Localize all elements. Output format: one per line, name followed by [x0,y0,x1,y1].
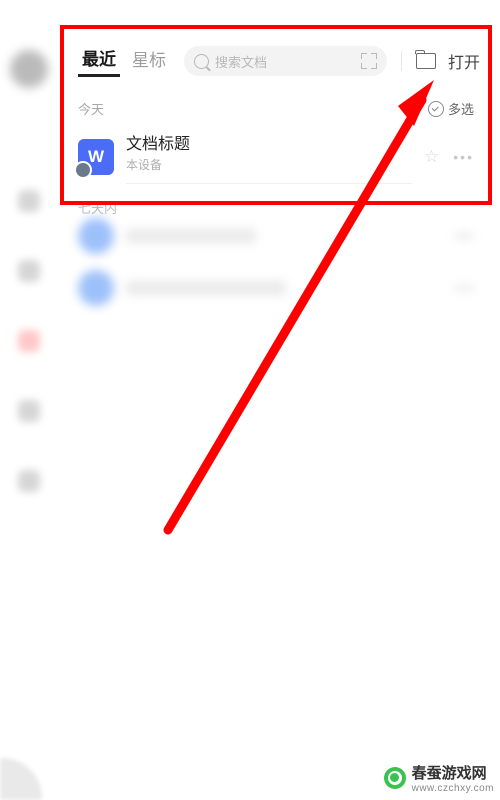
avatar-blur [10,50,48,88]
blurred-row [60,210,492,262]
folder-icon[interactable] [416,53,436,69]
tab-recent[interactable]: 最近 [78,46,120,77]
device-badge-icon [74,161,92,179]
search-input[interactable]: 搜索文档 [184,46,387,76]
sidebar-dot [18,470,40,492]
watermark-name: 春蚕游戏网 [412,762,494,783]
section-today-label: 今天 [78,99,104,118]
multiselect-button[interactable]: 多选 [428,99,474,118]
check-circle-icon [428,101,444,117]
more-icon[interactable]: ••• [453,149,474,165]
sidebar-dot [18,400,40,422]
doc-type-icon: W [78,139,114,175]
blurred-content [60,210,492,314]
divider [401,51,402,71]
watermark-logo-icon [384,767,406,789]
top-toolbar: 最近 星标 搜索文档 打开 [60,25,492,83]
tab-starred[interactable]: 星标 [128,47,170,75]
sidebar-dot [18,260,40,282]
scan-icon[interactable] [361,53,377,69]
doc-meta: 文档标题 本设备 [126,130,412,184]
sidebar-dot [18,190,40,212]
main-panel: 最近 星标 搜索文档 打开 今天 多选 W 文档标题 本设备 ☆ [60,25,492,205]
doc-subtitle: 本设备 [126,156,412,173]
star-icon[interactable]: ☆ [424,147,439,167]
document-row[interactable]: W 文档标题 本设备 ☆ ••• [60,124,492,194]
sidebar-dot [18,330,40,352]
watermark-url: www.czchxy.com [412,783,494,794]
open-button[interactable]: 打开 [448,49,480,73]
blurred-row [60,262,492,314]
section-header-row: 今天 多选 [60,83,492,124]
doc-title: 文档标题 [126,130,412,154]
search-icon [194,54,209,69]
multiselect-label: 多选 [448,99,474,118]
watermark: 春蚕游戏网 www.czchxy.com [384,762,494,794]
search-placeholder: 搜索文档 [215,52,355,71]
row-actions: ☆ ••• [424,147,474,167]
